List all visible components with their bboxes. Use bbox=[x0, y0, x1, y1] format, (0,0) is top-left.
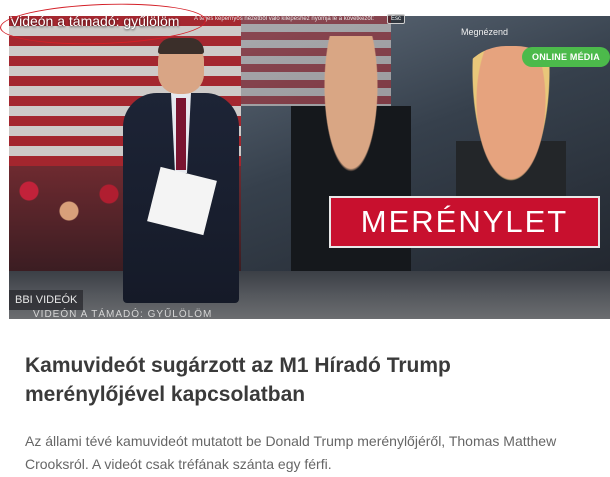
suggested-video-text[interactable]: Megnézend bbox=[461, 27, 508, 37]
video-player[interactable]: MERÉNYLET ONLINE MÉDIA bbox=[9, 16, 610, 319]
esc-key-hint: Esc bbox=[387, 14, 406, 24]
article-card[interactable]: MERÉNYLET ONLINE MÉDIA Videón a támadó: … bbox=[0, 0, 610, 477]
online-media-badge[interactable]: ONLINE MÉDIA bbox=[522, 47, 610, 67]
source-tag: BBI VIDEÓK bbox=[9, 290, 84, 310]
fullscreen-exit-hint: A teljes képernyős nézetből való kilépés… bbox=[194, 16, 375, 22]
lower-third-caption: VIDEÓN A TÁMADÓ: GYŰLÖLÖM bbox=[33, 309, 213, 320]
article-lead: Az állami tévé kamuvideót mutatott be Do… bbox=[25, 433, 557, 472]
meranylet-banner: MERÉNYLET bbox=[329, 196, 600, 248]
banner-text: MERÉNYLET bbox=[360, 204, 569, 239]
news-anchor-image bbox=[121, 38, 241, 308]
article-headline[interactable]: Kamuvideót sugárzott az M1 Híradó Trump … bbox=[25, 351, 585, 409]
